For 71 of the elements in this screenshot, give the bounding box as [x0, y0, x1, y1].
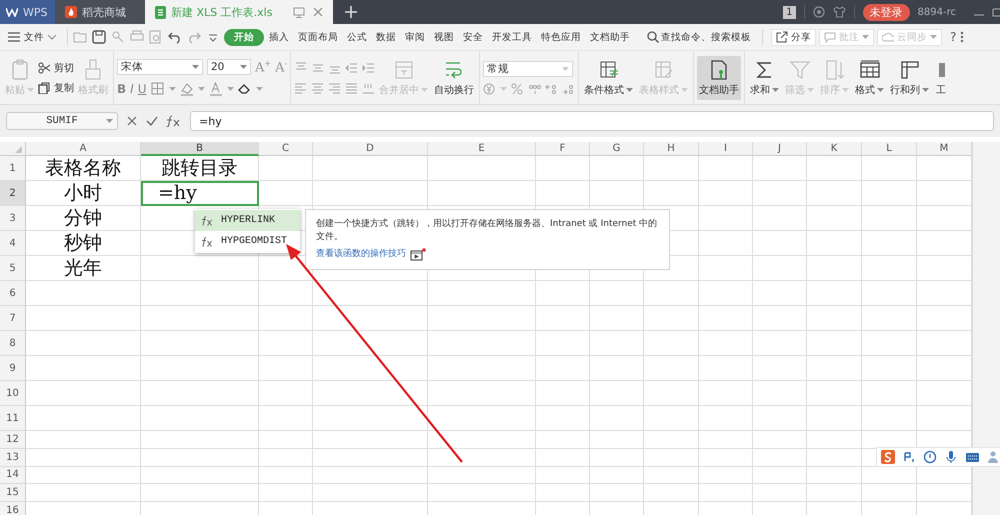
search-command[interactable]: 查找命令、搜索模板 — [641, 30, 757, 44]
row-header[interactable]: 1 — [0, 156, 26, 181]
column-header[interactable]: G — [590, 142, 644, 156]
copy-button[interactable]: 复制 — [38, 80, 74, 94]
function-suggestion[interactable]: HYPERLINK — [195, 210, 300, 231]
row-header[interactable]: 15 — [0, 484, 26, 502]
help-button[interactable]: ? — [946, 30, 960, 44]
formula-field[interactable]: =hy — [190, 111, 994, 131]
tab[interactable]: 稻壳商城 — [55, 0, 145, 24]
conditional-format-button[interactable]: 条件格式 — [582, 56, 636, 100]
ribbon-tab[interactable]: 页面布局 — [294, 28, 342, 46]
login-button[interactable]: 未登录 — [862, 4, 910, 20]
row-header[interactable]: 8 — [0, 331, 26, 356]
table-cell[interactable]: 光年 — [26, 256, 141, 281]
row-header[interactable]: 9 — [0, 356, 26, 381]
number-format-field[interactable]: 常规 — [483, 60, 574, 76]
column-header[interactable]: D — [313, 142, 428, 156]
row-header[interactable]: 6 — [0, 281, 26, 306]
ribbon-tab[interactable]: 特色应用 — [537, 28, 585, 46]
row-header[interactable]: 16 — [0, 502, 26, 515]
row-header[interactable]: 12 — [0, 431, 26, 449]
table-cell[interactable]: 秒钟 — [26, 231, 141, 256]
bar-button[interactable]: 工 — [933, 56, 950, 100]
column-header[interactable]: K — [807, 142, 862, 156]
tab[interactable]: WPS — [0, 0, 55, 24]
row-header[interactable]: 5 — [0, 256, 26, 281]
table-cell[interactable]: 表格名称 — [26, 156, 141, 181]
row-header[interactable]: 14 — [0, 466, 26, 484]
row-header[interactable]: 10 — [0, 381, 26, 406]
document-helper-button[interactable]: 文档助手 — [697, 56, 742, 100]
font-name-field[interactable]: 宋体 — [117, 59, 203, 76]
function-suggestion[interactable]: HYPGEOMDIST — [195, 231, 300, 252]
user-name: 8894-rc — [918, 6, 956, 18]
column-header[interactable]: M — [917, 142, 972, 156]
cut-button[interactable]: 剪切 — [38, 60, 74, 74]
table-cell[interactable]: 分钟 — [26, 206, 141, 231]
column-header[interactable]: C — [259, 142, 313, 156]
page-count: 1 — [783, 6, 796, 18]
column-header[interactable]: B — [141, 142, 259, 156]
file-menu[interactable]: 文件 — [0, 30, 62, 44]
rows-columns-button[interactable]: 行和列 — [888, 56, 932, 100]
function-description: 创建一个快捷方式（跳转），用以打开存储在网络服务器、Intranet 或 Internet 中的文件。 — [316, 218, 658, 244]
ribbon-tab[interactable]: 数据 — [372, 28, 400, 46]
row-header[interactable]: 11 — [0, 406, 26, 431]
column-header[interactable]: E — [428, 142, 536, 156]
ribbon-tab[interactable]: 公式 — [343, 28, 371, 46]
share-button[interactable]: 分享 — [771, 28, 816, 46]
sum-button[interactable]: 求和 — [748, 56, 782, 100]
row-header[interactable]: 2 — [0, 181, 26, 206]
row-header[interactable]: 4 — [0, 231, 26, 256]
ribbon-tab[interactable]: 开发工具 — [488, 28, 536, 46]
column-header[interactable]: A — [26, 142, 141, 156]
column-header[interactable]: I — [699, 142, 753, 156]
row-header[interactable]: 7 — [0, 306, 26, 331]
wrap-text-button[interactable]: 自动换行 — [432, 56, 476, 100]
tips-link[interactable]: 查看该函数的操作技巧 — [316, 248, 406, 261]
column-header[interactable]: F — [536, 142, 590, 156]
ribbon-tab[interactable]: 插入 — [265, 28, 293, 46]
table-cell[interactable]: =hy — [141, 181, 259, 206]
column-header[interactable]: L — [862, 142, 917, 156]
ribbon-tab[interactable]: 安全 — [459, 28, 487, 46]
column-header[interactable]: J — [753, 142, 807, 156]
row-header[interactable]: 3 — [0, 206, 26, 231]
column-header[interactable]: H — [644, 142, 699, 156]
ribbon-tab[interactable]: 审阅 — [401, 28, 429, 46]
name-box[interactable]: SUMIF — [6, 112, 118, 130]
ribbon-tab[interactable]: 文档助手 — [586, 28, 634, 46]
font-size-field[interactable]: 20 — [207, 59, 251, 76]
ribbon-tab[interactable]: 视图 — [430, 28, 458, 46]
table-format-button[interactable]: 格式 — [853, 56, 886, 100]
row-header[interactable]: 13 — [0, 448, 26, 467]
